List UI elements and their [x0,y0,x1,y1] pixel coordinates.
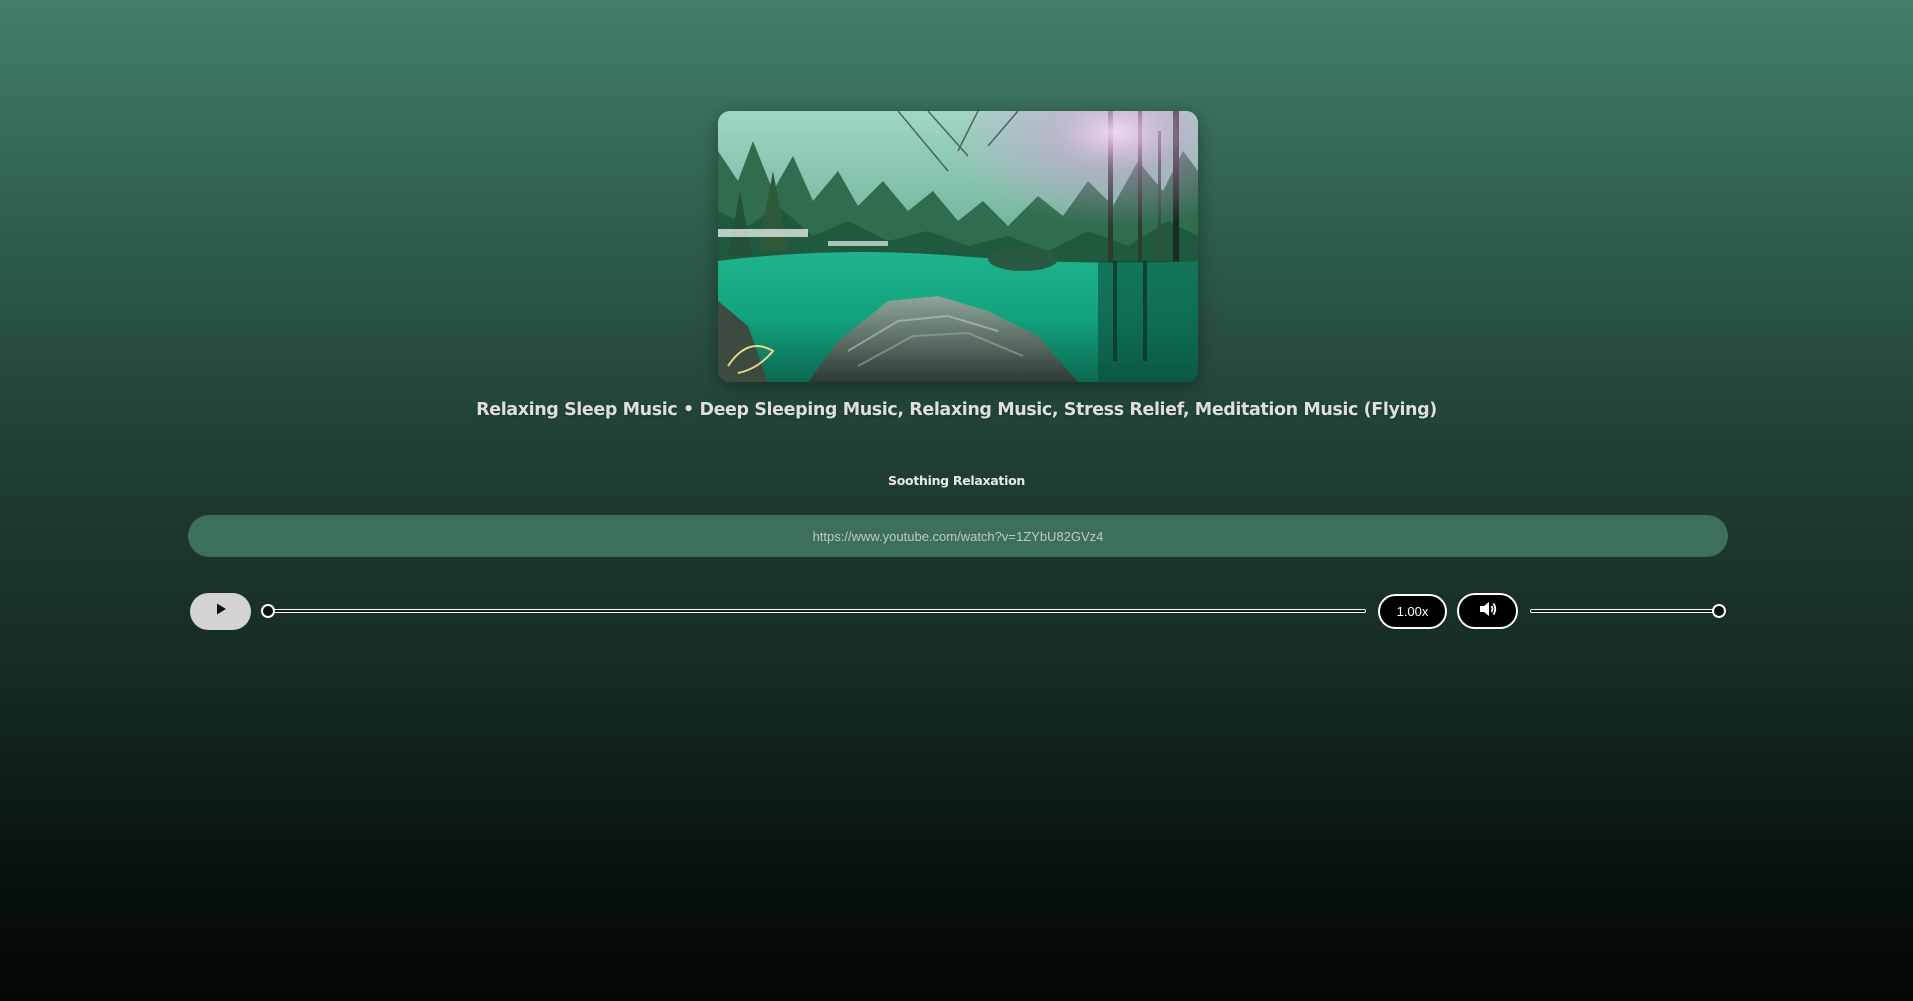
play-button[interactable] [190,593,251,630]
volume-slider[interactable] [1530,609,1723,613]
volume-slider-handle[interactable] [1712,604,1726,618]
playback-speed-label: 1.00x [1396,604,1429,619]
mute-button[interactable] [1457,593,1518,629]
play-icon [214,602,228,621]
playback-speed-button[interactable]: 1.00x [1378,594,1447,629]
url-text: https://www.youtube.com/watch?v=1ZYbU82G… [812,528,1104,544]
channel-name: Soothing Relaxation [888,473,1025,488]
progress-slider-handle[interactable] [261,604,275,618]
speaker-icon [1478,600,1498,623]
video-thumbnail [718,111,1198,382]
progress-slider[interactable] [264,609,1366,613]
video-title: Relaxing Sleep Music • Deep Sleeping Mus… [476,400,1437,420]
url-input[interactable]: https://www.youtube.com/watch?v=1ZYbU82G… [188,515,1728,557]
